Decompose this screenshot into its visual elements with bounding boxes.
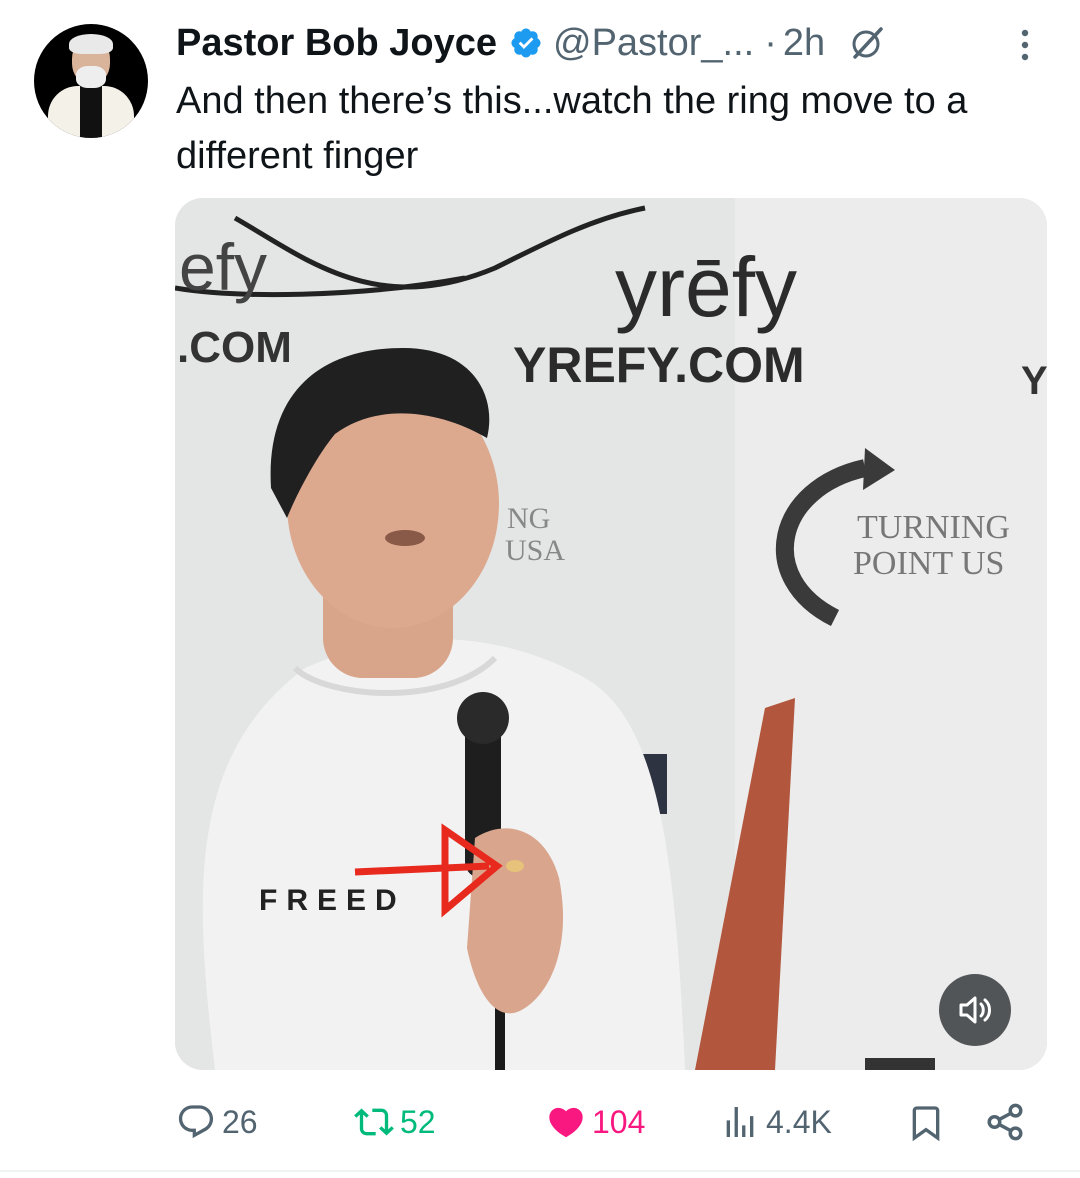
like-button[interactable]: 104	[546, 1094, 645, 1150]
backdrop-text-usa: USA	[505, 534, 565, 567]
author-name[interactable]: Pastor Bob Joyce	[176, 22, 497, 65]
backdrop-text-turning: TURNING	[857, 509, 1010, 546]
like-icon	[549, 1107, 583, 1138]
backdrop-text-yrefy-com: YREFY.COM	[513, 337, 805, 393]
sound-toggle-button[interactable]	[939, 974, 1011, 1046]
views-icon	[726, 1107, 754, 1137]
backdrop-text-yrefy: yrēfy	[615, 240, 797, 334]
share-icon[interactable]	[984, 1100, 1026, 1144]
author-avatar[interactable]	[34, 24, 148, 138]
backdrop-text-efy: efy	[179, 230, 267, 304]
sound-icon	[959, 996, 991, 1024]
avatar-beard	[76, 66, 106, 88]
views-count: 4.4K	[766, 1103, 832, 1140]
backdrop-text-com: .COM	[177, 323, 292, 372]
avatar-hair	[69, 34, 113, 54]
repost-count: 52	[400, 1103, 436, 1140]
backdrop-text-point-us: POINT US	[853, 545, 1004, 582]
grok-icon[interactable]	[847, 23, 887, 63]
more-icon[interactable]	[1010, 24, 1040, 66]
video-player[interactable]: efy .COM yrēfy YREFY.COM Y NG USA TURNIN…	[175, 198, 1047, 1070]
backdrop-text-y: Y	[1021, 359, 1047, 403]
repost-icon	[354, 1108, 394, 1136]
backdrop-text-ng: NG	[507, 502, 550, 535]
reply-button[interactable]: 26	[176, 1094, 258, 1150]
separator-dot: ·	[764, 21, 777, 64]
like-count: 104	[592, 1103, 646, 1140]
verified-badge-icon[interactable]	[509, 26, 543, 60]
video-frame: efy .COM yrēfy YREFY.COM Y NG USA TURNIN…	[175, 198, 1047, 1070]
avatar-shirt	[80, 86, 102, 138]
post-text: And then there’s this...watch the ring m…	[176, 80, 968, 177]
repost-button[interactable]: 52	[354, 1094, 436, 1150]
post-time[interactable]: 2h	[783, 22, 825, 65]
bookmark-icon[interactable]	[906, 1102, 946, 1144]
author-handle[interactable]: @Pastor_...	[553, 22, 754, 65]
reply-count: 26	[222, 1103, 258, 1140]
post-header: Pastor Bob Joyce @Pastor_... · 2h	[176, 18, 887, 68]
post-divider	[0, 1170, 1080, 1172]
reply-icon	[178, 1105, 214, 1139]
shirt-text: FREED	[259, 884, 406, 917]
views-button[interactable]: 4.4K	[720, 1094, 832, 1150]
